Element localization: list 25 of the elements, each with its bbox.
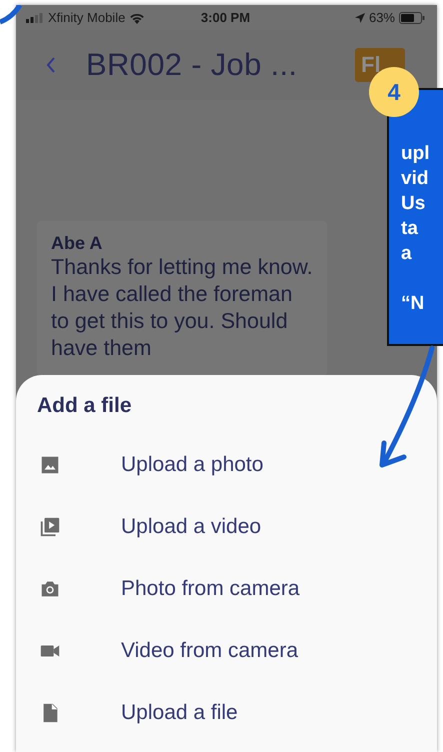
option-label[interactable]: Video from camera	[121, 639, 298, 663]
option-label[interactable]: Photo from camera	[121, 577, 300, 601]
option-label[interactable]: Upload a file	[121, 701, 238, 725]
signal-icon	[26, 12, 44, 22]
carrier-name: Xfinity Mobile	[48, 10, 126, 25]
battery-icon	[399, 12, 425, 24]
option-label[interactable]: Upload a video	[121, 515, 262, 539]
battery-percent: 63%	[368, 10, 395, 25]
callout-text: “N	[401, 292, 426, 316]
callout-text: ta	[401, 217, 419, 241]
wifi-icon	[129, 12, 146, 24]
page-title: BR002 - Job ...	[86, 47, 298, 83]
callout-text: upl	[401, 142, 430, 166]
back-icon[interactable]	[46, 56, 56, 74]
status-time: 3:00 PM	[200, 10, 252, 25]
callout-text: vid	[401, 167, 430, 191]
image-icon	[39, 454, 61, 476]
message-author: Abe A	[51, 233, 104, 254]
option-label[interactable]: Upload a photo	[121, 453, 264, 477]
message-text: Thanks for letting me know. I have called the foreman to get this to you. Should have them	[51, 254, 313, 362]
callout-text: Us	[401, 192, 426, 216]
video-library-icon	[39, 516, 61, 538]
sheet-title: Add a file	[37, 394, 133, 418]
location-icon	[354, 12, 365, 22]
callout-text: a	[401, 242, 413, 266]
